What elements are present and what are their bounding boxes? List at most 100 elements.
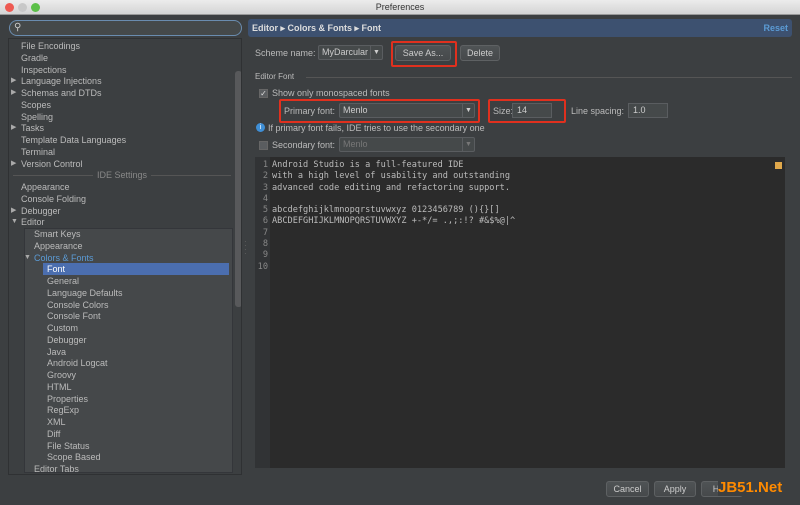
tree-item[interactable]: Appearance — [21, 181, 70, 193]
line-spacing-input[interactable]: 1.0 — [628, 103, 668, 118]
tree-item[interactable]: Smart Keys — [34, 228, 81, 240]
tree-item[interactable]: Debugger — [47, 334, 87, 346]
tree-item[interactable]: ▼ Editor — [11, 216, 45, 228]
tree-item-label: Appearance — [34, 240, 83, 251]
close-window-button[interactable] — [5, 3, 14, 12]
tree-item[interactable]: Android Logcat — [47, 357, 108, 369]
secondary-font-checkbox[interactable] — [259, 141, 268, 150]
tree-item-label: Font — [47, 264, 66, 275]
tree-item[interactable]: HTML — [47, 381, 72, 393]
tree-item[interactable]: Spelling — [21, 111, 53, 123]
tree-item[interactable]: Editor Tabs — [34, 463, 79, 474]
tree-item[interactable]: Console Colors — [47, 299, 109, 311]
tree-item-label: Console Colors — [47, 299, 109, 310]
scheme-name-label: Scheme name: — [255, 48, 316, 58]
tree-item[interactable]: Appearance — [34, 240, 83, 252]
collapsed-arrow-icon[interactable]: ▶ — [11, 205, 16, 217]
delete-button[interactable]: Delete — [460, 45, 500, 61]
tree-item-label: Custom — [47, 323, 79, 333]
highlight-box — [488, 99, 566, 123]
tree-item[interactable]: Java — [47, 346, 66, 358]
divider — [306, 77, 792, 78]
tree-item-label: RegExp — [47, 405, 80, 416]
code-line: Android Studio is a full-featured IDE — [272, 160, 464, 170]
settings-tree: File Encodings Gradle Inspections ▶ Language… — [8, 38, 242, 475]
tree-item-label: Spelling — [21, 111, 54, 122]
tree-item-label: Template Data Languages — [21, 135, 127, 145]
tree-item-label: File Status — [47, 440, 90, 451]
tree-item[interactable]: Groovy — [47, 369, 76, 381]
highlight-box — [391, 41, 457, 67]
font-preview-editor[interactable]: 1 2 3 4 5 6 7 8 9 10 Android Studio is a full-fea… — [255, 157, 785, 468]
tree-item[interactable]: General — [47, 275, 79, 287]
tree-item[interactable]: ▶ Schemas and DTDs — [11, 87, 102, 99]
tree-item[interactable]: Font — [43, 263, 229, 276]
monospaced-checkbox[interactable]: ✓ — [259, 89, 268, 98]
splitter-handle[interactable]: · · · · — [244, 238, 247, 258]
tree-item-label: HTML — [47, 381, 72, 392]
tree-item-label: Language Defaults — [47, 287, 123, 298]
info-text: If primary font fails, IDE tries to use … — [268, 123, 485, 133]
tree-item-label: XML — [47, 417, 66, 427]
tree-item[interactable]: Scope Based — [47, 451, 101, 463]
tree-item[interactable]: RegExp — [47, 404, 79, 416]
tree-item-label: Diff — [47, 428, 61, 439]
tree-item[interactable]: Gradle — [21, 52, 48, 64]
tree-scrollbar[interactable] — [235, 71, 241, 307]
tree-item-label: Gradle — [21, 52, 49, 63]
tree-item[interactable]: ▶ Language Injections — [11, 75, 102, 87]
tree-item-label: Scopes — [21, 99, 52, 110]
tree-item-label: Java — [47, 346, 67, 357]
scheme-value: MyDarcular — [322, 47, 369, 57]
tree-item[interactable]: ▼ Colors & Fonts — [24, 252, 94, 264]
tree-item[interactable]: Properties — [47, 393, 88, 405]
tree-item[interactable]: File Encodings — [21, 40, 80, 52]
zoom-window-button[interactable] — [31, 3, 40, 12]
tree-item[interactable]: Console Folding — [21, 193, 86, 205]
collapsed-arrow-icon[interactable]: ▶ — [11, 87, 16, 99]
tree-item[interactable]: Terminal — [21, 146, 55, 158]
search-icon: ⚲ — [14, 22, 22, 33]
collapsed-arrow-icon[interactable]: ▶ — [11, 158, 16, 170]
tree-item[interactable]: Diff — [47, 428, 60, 440]
line-spacing-label: Line spacing: — [571, 106, 625, 116]
tree-item[interactable]: Custom — [47, 322, 78, 334]
preview-text: Android Studio is a full-featured IDE wit… — [272, 160, 515, 273]
tree-item-label: Android Logcat — [47, 358, 108, 369]
line-number: 3 — [262, 182, 268, 193]
code-line: abcdefghijklmnopqrstuvwxyz 0123456789 ()… — [272, 205, 500, 216]
line-number-gutter: 1 2 3 4 5 6 7 8 9 10 — [255, 157, 270, 468]
tree-item[interactable]: XML — [47, 416, 66, 428]
tree-item-label: Smart Keys — [34, 229, 81, 239]
expanded-arrow-icon[interactable]: ▼ — [11, 216, 18, 228]
tree-item[interactable]: ▶ Tasks — [11, 122, 44, 134]
tree-item-label: Inspections — [21, 64, 67, 75]
tree-item-label: Debugger — [47, 334, 87, 345]
scheme-select[interactable]: MyDarcular ▼ — [318, 45, 383, 60]
reset-link[interactable]: Reset — [763, 19, 788, 37]
tree-item[interactable]: Console Font — [47, 310, 101, 322]
tree-item[interactable]: Inspections — [21, 64, 67, 76]
chevron-down-icon: ▼ — [462, 138, 474, 151]
tree-item[interactable]: ▶ Version Control — [11, 158, 83, 170]
tree-item-label: Terminal — [21, 146, 56, 157]
tree-item[interactable]: Scopes — [21, 99, 51, 111]
secondary-font-value: Menlo — [343, 139, 368, 149]
settings-search-input[interactable]: ⚲ — [9, 20, 242, 36]
tree-item[interactable]: File Status — [47, 440, 90, 452]
collapsed-arrow-icon[interactable]: ▶ — [11, 122, 16, 134]
cancel-button[interactable]: Cancel — [606, 481, 649, 497]
secondary-font-select[interactable]: Menlo ▼ — [339, 137, 475, 152]
apply-button[interactable]: Apply — [654, 481, 696, 497]
tree-item[interactable]: Language Defaults — [47, 287, 123, 299]
tree-item[interactable]: Template Data Languages — [21, 134, 126, 146]
line-number: 10 — [257, 261, 268, 272]
tree-item-label: General — [47, 276, 80, 286]
minimize-window-button[interactable] — [18, 3, 27, 12]
expanded-arrow-icon[interactable]: ▼ — [24, 252, 31, 264]
title-bar: Preferences — [0, 0, 800, 15]
collapsed-arrow-icon[interactable]: ▶ — [11, 75, 16, 87]
tree-item[interactable]: ▶ Debugger — [11, 205, 61, 217]
